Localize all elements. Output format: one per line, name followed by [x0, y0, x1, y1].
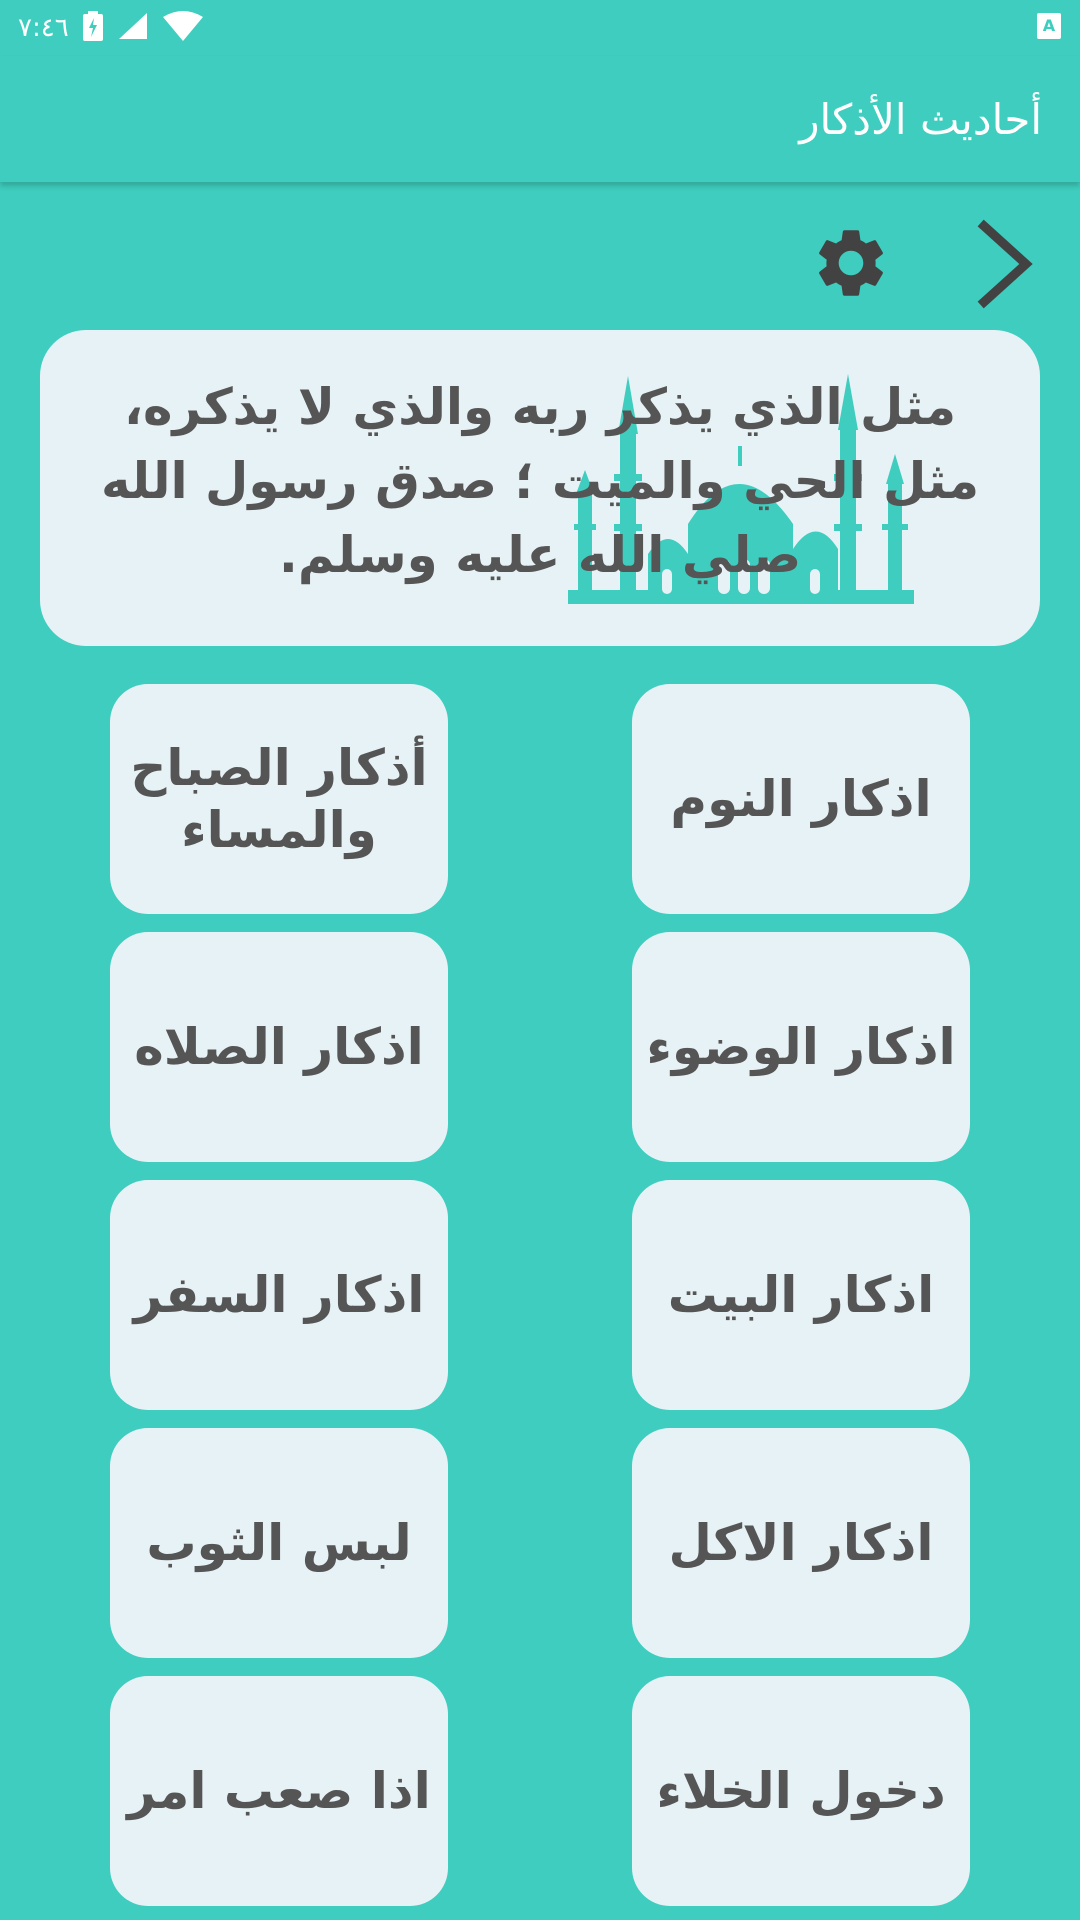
cell-signal-icon [117, 11, 149, 45]
button-eating-adhkar[interactable]: اذكار الاكل [632, 1428, 970, 1658]
status-left: ٧:٤٦ [18, 11, 203, 45]
button-sleep-adhkar[interactable]: اذكار النوم [632, 684, 970, 914]
hadith-quote-text: مثل الذي يذكر ربه والذي لا يذكره، مثل ال… [100, 378, 980, 584]
wifi-icon [162, 11, 203, 45]
toolbar-row [0, 212, 1080, 309]
button-ablution-adhkar[interactable]: اذكار الوضوء [632, 932, 970, 1162]
app-title: أحاديث الأذكار [799, 94, 1042, 144]
battery-charging-icon [82, 11, 103, 45]
keyboard-indicator-icon: A [1036, 11, 1062, 45]
hadith-quote-card: مثل الذي يذكر ربه والذي لا يذكره، مثل ال… [40, 330, 1040, 646]
button-morning-evening-adhkar[interactable]: أذكار الصباح والمساء [110, 684, 448, 914]
status-bar: ٧:٤٦ A [0, 0, 1080, 56]
status-time: ٧:٤٦ [18, 13, 69, 43]
chevron-right-icon[interactable] [976, 218, 1036, 310]
app-bar: أحاديث الأذكار [0, 56, 1080, 182]
button-wearing-clothes[interactable]: لبس الثوب [110, 1428, 448, 1658]
settings-gear-icon[interactable] [810, 222, 892, 304]
button-difficulty-dua[interactable]: اذا صعب امر [110, 1676, 448, 1906]
button-travel-adhkar[interactable]: اذكار السفر [110, 1180, 448, 1410]
button-entering-restroom[interactable]: دخول الخلاء [632, 1676, 970, 1906]
button-home-adhkar[interactable]: اذكار البيت [632, 1180, 970, 1410]
svg-text:A: A [1043, 16, 1056, 35]
button-prayer-adhkar[interactable]: اذكار الصلاه [110, 932, 448, 1162]
